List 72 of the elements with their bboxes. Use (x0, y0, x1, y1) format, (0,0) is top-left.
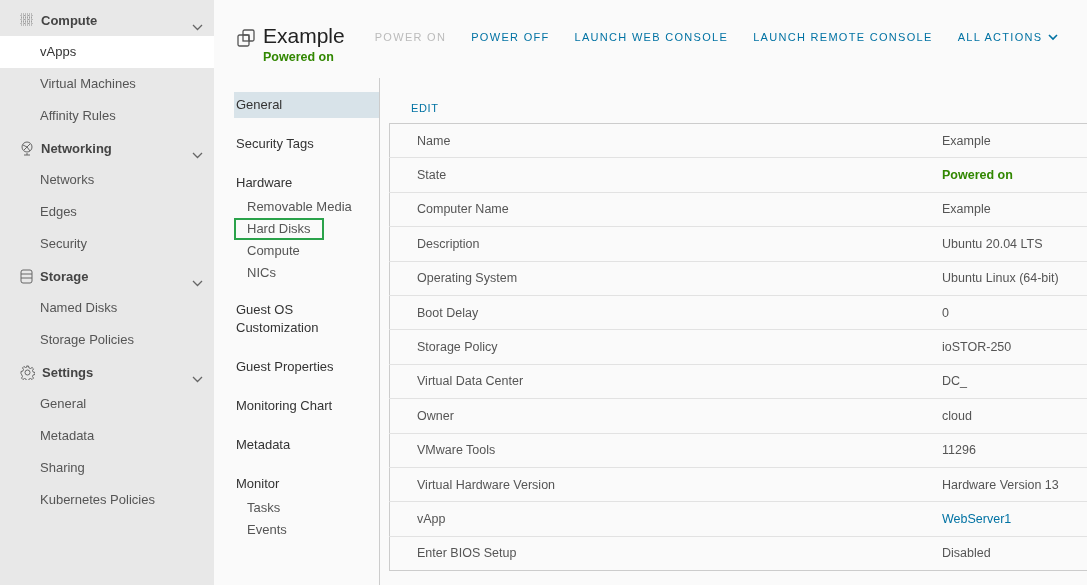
property-value: Hardware Version 13 (942, 477, 1059, 492)
property-value: 11296 (942, 443, 976, 458)
property-value: cloud (942, 408, 972, 423)
subnav-item[interactable]: Tasks (234, 497, 294, 519)
action-button[interactable]: ALL ACTIONS (957, 31, 1059, 43)
subnav-item[interactable]: NICs (234, 262, 289, 284)
subnav-item[interactable]: Monitoring Chart (234, 393, 335, 419)
power-status: Powered on (263, 50, 334, 64)
edit-button[interactable]: EDIT (411, 102, 439, 114)
sidebar-item[interactable]: General (0, 388, 214, 420)
action-button[interactable]: POWER OFF (471, 31, 550, 43)
subnav-item[interactable]: Metadata (234, 432, 293, 458)
property-name: Virtual Hardware Version (417, 477, 556, 492)
property-value: Ubuntu Linux (64-bit) (942, 271, 1059, 286)
subnav-item[interactable]: Security Tags (234, 131, 316, 157)
property-value: 0 (942, 305, 949, 320)
property-name: Computer Name (417, 202, 509, 217)
property-name: Owner (417, 408, 454, 423)
sidebar-item[interactable]: Networks (0, 164, 214, 196)
section-title[interactable]: Storage (40, 269, 89, 284)
sidebar-item[interactable]: vApps (0, 36, 214, 68)
property-name: Operating System (417, 271, 518, 286)
subnav-item[interactable]: Compute (234, 240, 313, 262)
property-link[interactable]: WebServer1 (942, 512, 1012, 526)
chevron-down-icon (192, 376, 203, 383)
sidebar-item[interactable]: Virtual Machines (0, 68, 214, 100)
copy-icon (237, 29, 255, 47)
section-title[interactable]: Compute (41, 13, 98, 28)
subnav-item[interactable]: Guest OS Customization (234, 297, 358, 341)
sidebar-item[interactable]: Sharing (0, 452, 214, 484)
chevron-down-icon (192, 280, 203, 287)
action-button[interactable]: LAUNCH WEB CONSOLE (574, 31, 729, 43)
sidebar-item[interactable]: Storage Policies (0, 324, 214, 356)
property-name: VMware Tools (417, 443, 496, 458)
settings-icon (20, 365, 35, 380)
property-value: ioSTOR-250 (942, 340, 1012, 355)
subnav-item[interactable]: Removable Media (234, 196, 365, 218)
section-title[interactable]: Settings (42, 365, 94, 380)
section-title[interactable]: Networking (41, 141, 112, 156)
chevron-down-icon (192, 24, 203, 31)
chevron-down-icon (192, 152, 203, 159)
database-icon (20, 269, 33, 284)
highlighted-subnav-item[interactable]: Hard Disks (234, 218, 324, 240)
property-name: Storage Policy (417, 340, 498, 355)
property-value: Disabled (942, 546, 991, 561)
property-name: vApp (417, 512, 446, 526)
subnav-item[interactable]: Guest Properties (234, 354, 336, 380)
property-name: Virtual Data Center (417, 374, 524, 389)
grid-icon (20, 13, 34, 27)
subnav-item[interactable]: Hardware (234, 170, 295, 196)
subnav-item[interactable]: Events (234, 519, 300, 541)
sidebar-item[interactable]: Metadata (0, 420, 214, 452)
property-value: Ubuntu 20.04 LTS (942, 236, 1043, 251)
sidebar-item[interactable]: Affinity Rules (0, 100, 214, 132)
property-name: Name (417, 133, 451, 148)
status-value: Powered on (942, 168, 1013, 183)
sidebar-item[interactable]: Edges (0, 196, 214, 228)
property-value: DC_ (942, 374, 967, 389)
sidebar-item[interactable]: Named Disks (0, 292, 214, 324)
property-value: Example (942, 202, 991, 217)
subnav-item[interactable]: Monitor (234, 471, 282, 497)
vm-title: Example (263, 24, 345, 48)
property-name: Description (417, 236, 480, 251)
property-value: Example (942, 133, 991, 148)
sidebar-item[interactable]: Security (0, 228, 214, 260)
action-button[interactable]: LAUNCH REMOTE CONSOLE (753, 31, 933, 43)
property-name: State (417, 168, 447, 183)
property-name: Boot Delay (417, 305, 479, 320)
globe-icon (20, 141, 34, 156)
subnav-item[interactable]: General (234, 92, 379, 118)
sidebar-item[interactable]: Kubernetes Policies (0, 484, 214, 516)
property-name: Enter BIOS Setup (417, 546, 517, 561)
